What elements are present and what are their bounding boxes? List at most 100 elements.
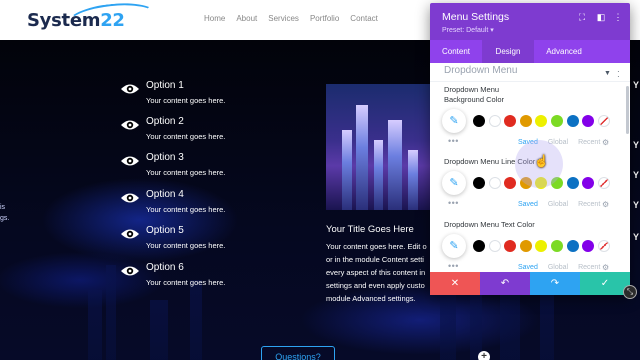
chevron-down-icon[interactable]: ▼	[604, 70, 611, 77]
eye-icon	[121, 266, 139, 276]
panel-title: Menu Settings	[442, 11, 510, 23]
eye-icon	[121, 156, 139, 166]
palette-tab-global[interactable]: Global	[548, 201, 568, 208]
tab-advanced[interactable]: Advanced	[534, 40, 594, 63]
skyscraper	[374, 140, 383, 210]
swatch-green[interactable]	[550, 240, 563, 252]
field-label: Dropdown Menu Text Color	[444, 220, 535, 230]
eye-icon	[121, 229, 139, 239]
eyedropper-button[interactable]: ✎	[442, 234, 466, 258]
divider	[430, 81, 630, 82]
eyedropper-button[interactable]: ✎	[442, 171, 466, 195]
more-vertical-icon[interactable]: ⋮	[613, 12, 623, 22]
skyscraper	[388, 120, 402, 210]
color-swatches	[473, 240, 610, 252]
sidebar-icon[interactable]: ◧	[596, 12, 606, 22]
tab-design[interactable]: Design	[482, 40, 534, 63]
card-line: Your content goes here. Edit o	[326, 242, 427, 251]
pointer-cursor-icon: ☝	[534, 154, 549, 168]
swatch-white[interactable]	[488, 115, 501, 127]
swatch-blue[interactable]	[566, 177, 579, 189]
panel-action-bar: ✕ ↶ ↷ ✓	[430, 272, 630, 295]
panel-header: Menu Settings Preset: Default ▾ ⛶ ◧ ⋮	[430, 3, 630, 40]
eye-icon	[121, 84, 139, 94]
gear-icon[interactable]: ⚙	[602, 200, 609, 209]
palette-tab-recent[interactable]: Recent	[578, 201, 600, 208]
swatch-red[interactable]	[504, 240, 517, 252]
partial-text: gs.	[0, 215, 10, 222]
nav-contact[interactable]: Contact	[350, 14, 378, 23]
card-body: Your content goes here. Edit o or in the…	[326, 240, 434, 305]
logo-swoosh	[65, 0, 159, 39]
swatch-yellow[interactable]	[535, 115, 548, 127]
option-title: Option 6	[146, 262, 184, 273]
nav-portfolio[interactable]: Portfolio	[310, 14, 339, 23]
section-title[interactable]: Dropdown Menu	[444, 65, 517, 76]
swatch-yellow[interactable]	[535, 240, 548, 252]
swatch-red[interactable]	[504, 177, 517, 189]
preset-dropdown[interactable]: Preset: Default ▾	[442, 26, 494, 34]
discard-button[interactable]: ✕	[430, 272, 480, 295]
swatch-green[interactable]	[550, 115, 563, 127]
swatch-white[interactable]	[488, 240, 501, 252]
city-silhouette	[150, 300, 168, 360]
swatch-purple[interactable]	[582, 240, 595, 252]
palette-tabs: Saved Global Recent	[518, 264, 600, 271]
swatch-clear[interactable]	[597, 240, 610, 252]
swatch-black[interactable]	[473, 240, 485, 252]
swatch-black[interactable]	[473, 115, 485, 127]
card-line: every aspect of this content in	[326, 268, 426, 277]
nav-services[interactable]: Services	[268, 14, 299, 23]
settings-tabs: Content Design Advanced	[430, 40, 630, 63]
palette-tab-saved[interactable]: Saved	[518, 201, 538, 208]
card-line: module Advanced settings.	[326, 294, 416, 303]
resize-handle-icon[interactable]: ⤡	[623, 285, 637, 299]
palette-tab-saved[interactable]: Saved	[518, 264, 538, 271]
palette-tab-recent[interactable]: Recent	[578, 264, 600, 271]
gear-icon[interactable]: ⚙	[602, 263, 609, 272]
option-item: Option 2 Your content goes here.	[120, 116, 290, 148]
swatch-purple[interactable]	[582, 177, 595, 189]
palette-tab-recent[interactable]: Recent	[578, 139, 600, 146]
option-title: Option 4	[146, 189, 184, 200]
partial-text: is	[0, 204, 6, 211]
option-desc: Your content goes here.	[146, 96, 226, 105]
redo-button[interactable]: ↷	[530, 272, 580, 295]
swatch-clear[interactable]	[597, 177, 610, 189]
site-logo[interactable]: System 22	[27, 0, 159, 39]
swatch-blue[interactable]	[566, 240, 579, 252]
more-options-icon[interactable]: •••	[448, 198, 459, 208]
swatch-blue[interactable]	[566, 115, 579, 127]
label-line: Background Color	[444, 95, 505, 104]
panel-scrollbar[interactable]	[626, 86, 629, 134]
add-module-button[interactable]: +	[478, 351, 490, 360]
undo-button[interactable]: ↶	[480, 272, 530, 295]
city-silhouette	[540, 285, 554, 360]
swatch-black[interactable]	[473, 177, 485, 189]
expand-icon[interactable]: ⛶	[577, 12, 587, 22]
swatch-red[interactable]	[504, 115, 517, 127]
partial-heading: Y	[633, 80, 640, 90]
skyscraper	[342, 130, 352, 210]
more-options-icon[interactable]: •••	[448, 261, 459, 271]
swatch-orange[interactable]	[519, 240, 532, 252]
gear-icon[interactable]: ⚙	[602, 138, 609, 147]
eyedropper-button[interactable]: ✎	[442, 109, 466, 133]
swatch-clear[interactable]	[597, 115, 610, 127]
swatch-white[interactable]	[488, 177, 501, 189]
palette-tab-global[interactable]: Global	[548, 264, 568, 271]
card-title: Your Title Goes Here	[326, 224, 414, 235]
questions-button[interactable]: Questions?	[261, 346, 335, 360]
label-line: Dropdown Menu Text Color	[444, 220, 535, 229]
nav-home[interactable]: Home	[204, 14, 225, 23]
city-silhouette	[88, 290, 102, 360]
skyscraper	[408, 150, 418, 210]
tab-content[interactable]: Content	[430, 40, 482, 63]
swatch-purple[interactable]	[582, 115, 595, 127]
nav-about[interactable]: About	[236, 14, 257, 23]
option-desc: Your content goes here.	[146, 205, 226, 214]
more-options-icon[interactable]: •••	[448, 136, 459, 146]
palette-tabs: Saved Global Recent	[518, 201, 600, 208]
color-swatches	[473, 115, 610, 127]
swatch-orange[interactable]	[519, 115, 532, 127]
